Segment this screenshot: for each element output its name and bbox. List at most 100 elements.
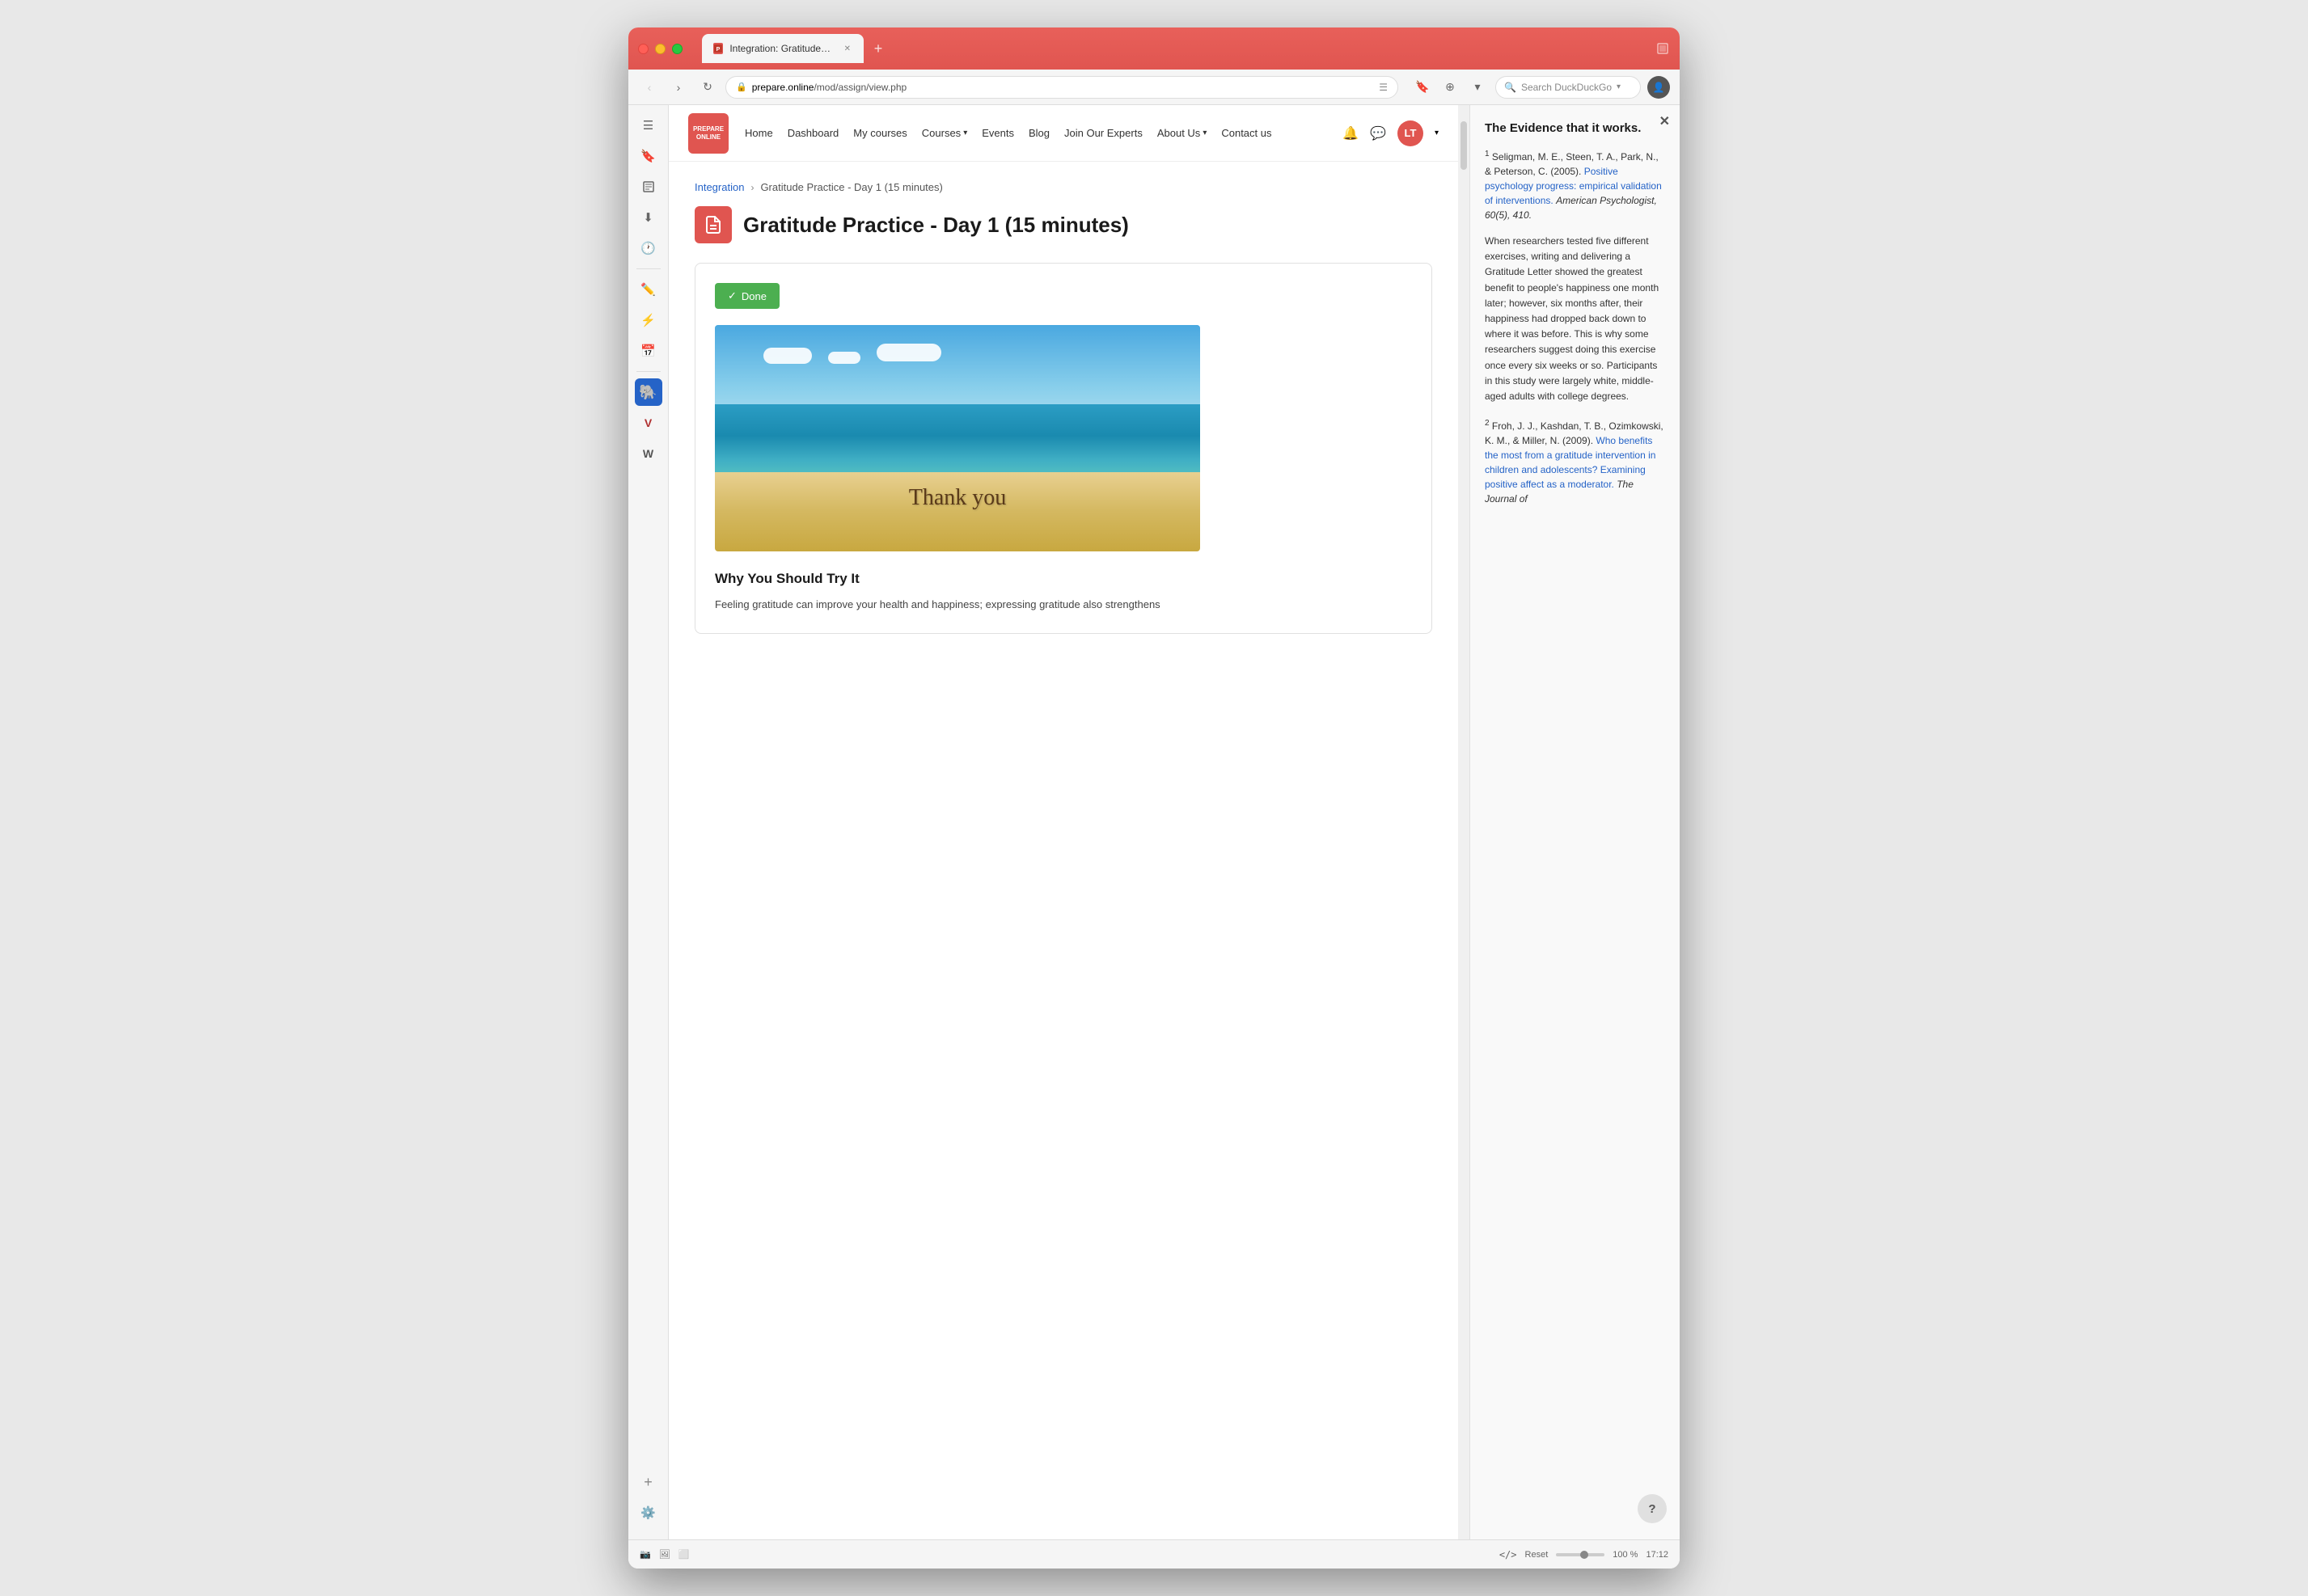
nav-events[interactable]: Events — [982, 127, 1014, 139]
tab-close-button[interactable]: ✕ — [843, 43, 852, 54]
nav-dashboard[interactable]: Dashboard — [788, 127, 839, 139]
beach-image: Thank you — [715, 325, 1200, 551]
nav-home[interactable]: Home — [745, 127, 773, 139]
sidebar-icon-download[interactable]: ⬇ — [635, 204, 662, 231]
close-button[interactable] — [638, 44, 649, 54]
content-card: ✓ Done — [695, 263, 1432, 634]
sidebar-icon-edit[interactable]: ✏️ — [635, 276, 662, 303]
search-icon: 🔍 — [1504, 82, 1516, 93]
sidebar-icon-vivaldi[interactable]: V — [635, 409, 662, 437]
titlebar-right — [1655, 41, 1670, 56]
sidebar-icon-tabs[interactable]: ☰ — [635, 112, 662, 139]
evidence-ref2-citation: 2 Froh, J. J., Kashdan, T. B., Ozimkowsk… — [1485, 417, 1665, 506]
cloud-1 — [763, 348, 812, 364]
user-dropdown-icon[interactable]: ▾ — [1435, 129, 1439, 137]
sidebar-icon-add[interactable]: + — [635, 1468, 662, 1496]
sidebar-icon-reader[interactable] — [635, 173, 662, 201]
messages-icon[interactable]: 💬 — [1370, 125, 1386, 141]
page-area: PREPARE ONLINE Home Dashboard My courses… — [669, 105, 1680, 1539]
active-tab[interactable]: P Integration: Gratitude Pra... ✕ — [702, 34, 864, 63]
nav-contactus[interactable]: Contact us — [1221, 127, 1271, 139]
nav-blog[interactable]: Blog — [1029, 127, 1050, 139]
traffic-lights — [638, 44, 683, 54]
website-header: PREPARE ONLINE Home Dashboard My courses… — [669, 105, 1458, 162]
user-avatar[interactable]: LT — [1397, 120, 1423, 146]
address-bar[interactable]: 🔒 prepare.online/mod/assign/view.php ☰ — [725, 76, 1398, 99]
evidence-title: The Evidence that it works. — [1485, 121, 1665, 135]
breadcrumb-current: Gratitude Practice - Day 1 (15 minutes) — [760, 181, 942, 193]
new-tab-button[interactable]: + — [867, 37, 890, 60]
evidence-ref-1: 1 Seligman, M. E., Steen, T. A., Park, N… — [1485, 148, 1665, 222]
sidebar-icon-bookmarks[interactable]: 🔖 — [635, 142, 662, 170]
title-bar: P Integration: Gratitude Pra... ✕ + — [628, 27, 1680, 70]
reload-button[interactable]: ↻ — [696, 76, 719, 99]
bookmark-add-icon[interactable]: ⊕ — [1439, 76, 1461, 99]
nav-aboutus[interactable]: About Us ▾ — [1157, 127, 1207, 139]
evidence-body-1: When researchers tested five different e… — [1485, 234, 1665, 404]
browser-content: ☰ 🔖 ⬇ 🕐 ✏️ ⚡ 📅 🐘 V W + ⚙️ — [628, 105, 1680, 1539]
breadcrumb-separator: › — [750, 182, 754, 193]
forward-button[interactable]: › — [667, 76, 690, 99]
devtools-icon[interactable]: </> — [1499, 1549, 1517, 1560]
done-check-icon: ✓ — [728, 289, 737, 302]
evidence-ref-2: 2 Froh, J. J., Kashdan, T. B., Ozimkowsk… — [1485, 417, 1665, 506]
nav-courses[interactable]: Courses ▾ — [922, 127, 967, 139]
zoom-control — [1556, 1553, 1604, 1556]
section-title: Why You Should Try It — [715, 571, 1412, 587]
page-title-area: Gratitude Practice - Day 1 (15 minutes) — [695, 206, 1432, 243]
sidebar: ☰ 🔖 ⬇ 🕐 ✏️ ⚡ 📅 🐘 V W + ⚙️ — [628, 105, 669, 1539]
notification-icon[interactable]: 🔔 — [1342, 125, 1359, 141]
back-button[interactable]: ‹ — [638, 76, 661, 99]
breadcrumb: Integration › Gratitude Practice - Day 1… — [695, 181, 1432, 193]
evidence-ref1-citation: 1 Seligman, M. E., Steen, T. A., Park, N… — [1485, 148, 1665, 222]
main-scrollbar[interactable] — [1458, 105, 1469, 1539]
nav-tools: 🔖 ⊕ ▾ — [1411, 76, 1489, 99]
site-nav-right: 🔔 💬 LT ▾ — [1342, 120, 1439, 146]
nav-mycourses[interactable]: My courses — [853, 127, 907, 139]
maximize-button[interactable] — [672, 44, 683, 54]
section-body: Feeling gratitude can improve your healt… — [715, 597, 1412, 614]
sidebar-bottom: + ⚙️ — [635, 1468, 662, 1533]
reader-mode-icon[interactable]: ☰ — [1379, 82, 1388, 93]
done-button[interactable]: ✓ Done — [715, 283, 780, 309]
browser-user-avatar[interactable]: 👤 — [1647, 76, 1670, 99]
sidebar-separator-2 — [636, 371, 661, 372]
sidebar-icon-calendar[interactable]: 📅 — [635, 337, 662, 365]
aboutus-dropdown-icon: ▾ — [1203, 129, 1207, 137]
site-nav: Home Dashboard My courses Courses ▾ Even… — [745, 127, 1272, 139]
nav-joinexperts[interactable]: Join Our Experts — [1064, 127, 1143, 139]
sidebar-icon-settings[interactable]: ⚙️ — [635, 1499, 662, 1526]
minimize-button[interactable] — [655, 44, 666, 54]
cloud-3 — [877, 344, 941, 361]
page-title: Gratitude Practice - Day 1 (15 minutes) — [743, 213, 1129, 238]
search-bar[interactable]: 🔍 Search DuckDuckGo ▾ — [1495, 76, 1641, 99]
tab-title: Integration: Gratitude Pra... — [729, 43, 832, 54]
zoom-slider[interactable] — [1556, 1553, 1604, 1556]
scrollbar-thumb[interactable] — [1460, 121, 1467, 170]
page-title-icon — [695, 206, 732, 243]
evidence-panel: ✕ The Evidence that it works. 1 Seligman… — [1469, 105, 1680, 1539]
mac-window: P Integration: Gratitude Pra... ✕ + ‹ › … — [628, 27, 1680, 1569]
window-fullscreen-icon[interactable] — [1655, 41, 1670, 56]
zoom-thumb — [1580, 1551, 1588, 1559]
help-button[interactable]: ? — [1638, 1494, 1667, 1523]
done-label: Done — [742, 290, 767, 302]
nav-bar: ‹ › ↻ 🔒 prepare.online/mod/assign/view.p… — [628, 70, 1680, 105]
thank-you-text: Thank you — [909, 485, 1007, 511]
bookmarks-nav-icon[interactable]: 🔖 — [1411, 76, 1434, 99]
sidebar-separator-1 — [636, 268, 661, 269]
courses-dropdown-icon: ▾ — [963, 129, 967, 137]
sidebar-icon-history[interactable]: 🕐 — [635, 234, 662, 262]
sidebar-icon-people[interactable]: ⚡ — [635, 306, 662, 334]
breadcrumb-parent-link[interactable]: Integration — [695, 181, 744, 193]
website-wrapper: PREPARE ONLINE Home Dashboard My courses… — [669, 105, 1458, 1539]
sidebar-icon-mastodon[interactable]: 🐘 — [635, 378, 662, 406]
tabs-area: P Integration: Gratitude Pra... ✕ + — [702, 34, 1649, 63]
evidence-close-button[interactable]: ✕ — [1659, 113, 1670, 129]
nav-menu-icon[interactable]: ▾ — [1466, 76, 1489, 99]
zoom-reset-label[interactable]: Reset — [1525, 1550, 1549, 1560]
site-logo: PREPARE ONLINE — [688, 113, 729, 154]
sidebar-icon-wikipedia[interactable]: W — [635, 440, 662, 467]
evidence-content: ✕ The Evidence that it works. 1 Seligman… — [1470, 105, 1680, 534]
search-dropdown-icon[interactable]: ▾ — [1617, 82, 1621, 91]
